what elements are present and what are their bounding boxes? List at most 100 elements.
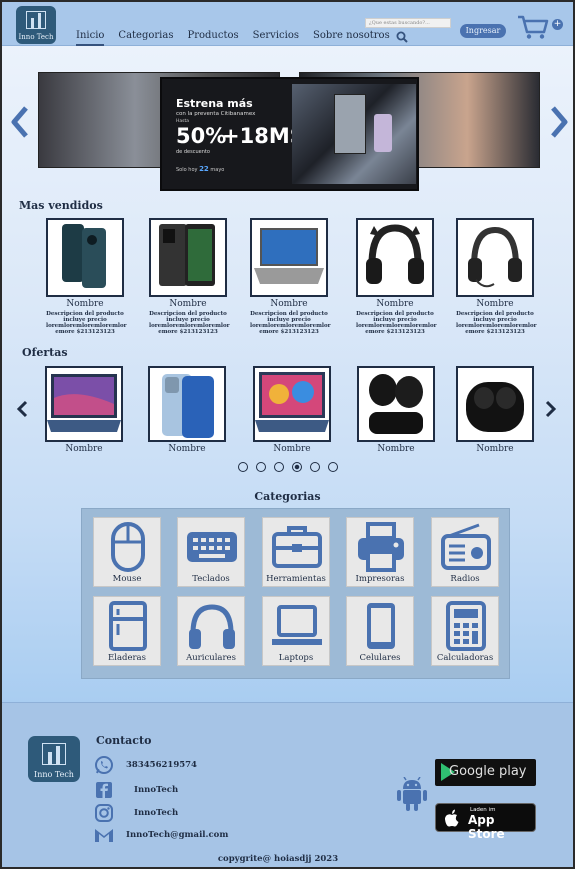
category-label: Celulares — [359, 653, 401, 663]
hero-date: Solo hoy 22 mayo — [176, 165, 225, 173]
hero-prev-arrow-icon[interactable] — [10, 105, 30, 139]
offer-card[interactable]: Nombre — [148, 366, 226, 454]
fridge-icon — [109, 601, 147, 651]
category-label: Radios — [450, 574, 480, 584]
hero-descuento: de descuento — [176, 149, 210, 155]
search-icon[interactable] — [396, 31, 408, 43]
offer-card[interactable]: Nombre — [456, 366, 534, 454]
category-mouse[interactable]: Mouse — [93, 517, 161, 587]
google-play-text: Google play — [449, 764, 527, 779]
product-desc: Descripcion del producto incluye precio … — [356, 311, 437, 335]
gmail-icon — [95, 829, 113, 842]
category-label: Auriculares — [186, 653, 236, 663]
contact-facebook[interactable]: InnoTech — [94, 780, 178, 800]
offers-prev-arrow-icon[interactable] — [16, 400, 28, 418]
product-name: Nombre — [169, 299, 207, 309]
logo-graphic — [26, 11, 46, 29]
app-store-badge[interactable]: Laden im App Store — [435, 803, 536, 841]
footer-logo-text: Inno Tech — [34, 770, 74, 779]
nav-sobre-nosotros[interactable]: Sobre nosotros — [313, 30, 390, 46]
offer-card[interactable]: Nombre — [45, 366, 123, 454]
product-image-phone — [46, 218, 124, 297]
product-desc: Descripcion del producto incluye precio … — [456, 311, 537, 335]
offer-name: Nombre — [476, 444, 514, 454]
contact-email[interactable]: InnoTech@gmail.com — [94, 826, 228, 844]
phone-icon — [367, 603, 395, 649]
hero-percent: 50% — [176, 124, 227, 148]
site-logo[interactable]: Inno Tech — [16, 6, 56, 44]
cart-add-icon[interactable]: + — [552, 19, 563, 30]
site-footer: Inno Tech Contacto 383456219574 InnoTech… — [2, 702, 573, 867]
carousel-dot-active[interactable] — [292, 462, 302, 472]
offers-title: Ofertas — [22, 346, 68, 359]
carousel-dot[interactable] — [328, 462, 338, 472]
product-desc: Descripcion del producto incluye precio … — [46, 311, 127, 335]
offer-card[interactable]: Nombre — [253, 366, 331, 454]
nav-productos[interactable]: Productos — [187, 30, 238, 46]
product-card[interactable]: Nombre Descripcion del producto incluye … — [356, 218, 437, 335]
keyboard-icon — [187, 532, 237, 562]
product-card[interactable]: Nombre Descripcion del producto incluye … — [456, 218, 537, 335]
logo-text: Inno Tech — [18, 33, 54, 41]
hero-title: Estrena más — [176, 97, 253, 110]
contact-instagram[interactable]: InnoTech — [94, 803, 178, 823]
category-label: Calculadoras — [436, 653, 494, 663]
category-label: Teclados — [192, 574, 230, 584]
category-label: Impresoras — [355, 574, 405, 584]
category-calculadoras[interactable]: Calculadoras — [431, 596, 499, 666]
carousel-dots — [238, 462, 338, 472]
category-auriculares[interactable]: Auriculares — [177, 596, 245, 666]
contact-facebook-text: InnoTech — [134, 785, 179, 795]
category-label: Herramientas — [266, 574, 326, 584]
search-input[interactable]: ¿Que estas buscando?... — [365, 18, 451, 28]
carousel-dot[interactable] — [274, 462, 284, 472]
product-card[interactable]: Nombre Descripcion del producto incluye … — [250, 218, 331, 335]
categories-title: Categorias — [254, 490, 321, 503]
product-image-headset — [456, 218, 534, 297]
product-name: Nombre — [270, 299, 308, 309]
contact-email-text: InnoTech@gmail.com — [126, 830, 229, 840]
contact-title: Contacto — [96, 734, 152, 747]
carousel-dot[interactable] — [256, 462, 266, 472]
google-play-badge[interactable]: Google play — [435, 759, 536, 786]
category-radios[interactable]: Radios — [431, 517, 499, 587]
apple-icon — [445, 809, 459, 827]
product-card[interactable]: Nombre Descripcion del producto incluye … — [46, 218, 127, 335]
calculator-icon — [446, 601, 486, 651]
carousel-dot[interactable] — [238, 462, 248, 472]
product-name: Nombre — [476, 299, 514, 309]
login-button[interactable]: Ingresar — [460, 24, 506, 38]
nav-categorias[interactable]: Categorias — [118, 30, 173, 46]
category-laptops[interactable]: Laptops — [262, 596, 330, 666]
hero-slide-current[interactable]: Estrena más con la preventa Citibanamex … — [160, 77, 419, 191]
offer-image-phone — [148, 366, 226, 442]
contact-instagram-text: InnoTech — [134, 808, 179, 818]
product-desc: Descripcion del producto incluye precio … — [250, 311, 331, 335]
site-header: Inno Tech Inicio Categorias Productos Se… — [2, 2, 573, 46]
offer-image-earbuds — [456, 366, 534, 442]
nav-servicios[interactable]: Servicios — [253, 30, 299, 46]
radio-icon — [441, 523, 491, 570]
category-celulares[interactable]: Celulares — [346, 596, 414, 666]
offers-next-arrow-icon[interactable] — [545, 400, 557, 418]
footer-logo[interactable]: Inno Tech — [28, 736, 80, 782]
product-image-laptop — [250, 218, 328, 297]
carousel-dot[interactable] — [310, 462, 320, 472]
product-card[interactable]: Nombre Descripcion del producto incluye … — [149, 218, 230, 335]
nav-inicio[interactable]: Inicio — [76, 30, 105, 46]
offer-image-laptop — [45, 366, 123, 442]
laptop-icon — [272, 605, 322, 645]
categories-panel: Mouse Teclados Herramientas Impresoras R… — [81, 508, 510, 679]
category-herramientas[interactable]: Herramientas — [262, 517, 330, 587]
cart-icon[interactable] — [516, 14, 550, 40]
offer-name: Nombre — [273, 444, 311, 454]
category-eladeras[interactable]: Eladeras — [93, 596, 161, 666]
offer-card[interactable]: Nombre — [357, 366, 435, 454]
category-impresoras[interactable]: Impresoras — [346, 517, 414, 587]
hero-next-arrow-icon[interactable] — [549, 105, 569, 139]
product-name: Nombre — [376, 299, 414, 309]
contact-phone[interactable]: 383456219574 — [94, 755, 197, 775]
category-teclados[interactable]: Teclados — [177, 517, 245, 587]
best-sellers-title: Mas vendidos — [19, 199, 103, 212]
main-nav: Inicio Categorias Productos Servicios So… — [76, 30, 390, 46]
